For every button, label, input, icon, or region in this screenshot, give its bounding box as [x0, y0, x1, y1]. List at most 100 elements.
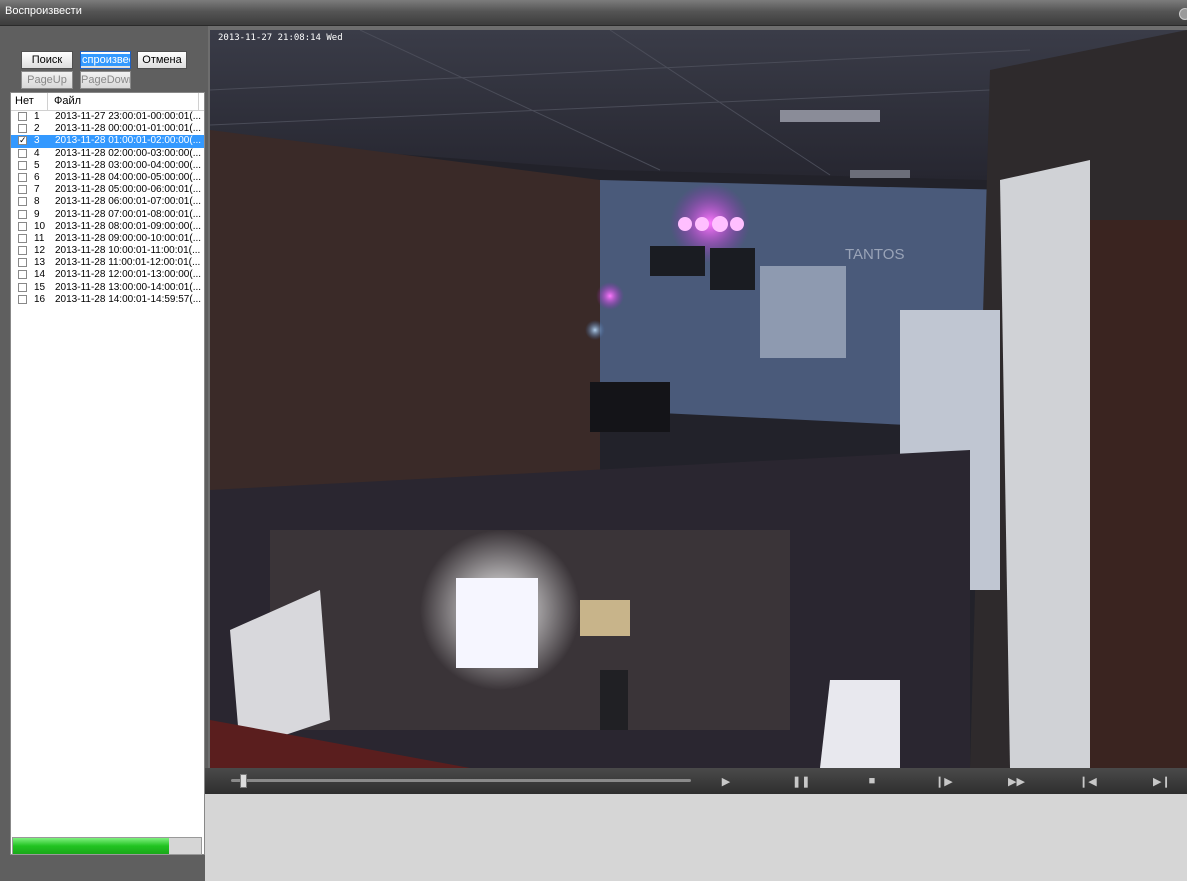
title-bar: Воспроизвести	[0, 0, 1187, 26]
video-view[interactable]: TANTOS 2013-11-27 21:08:14 Wed	[210, 30, 1187, 768]
list-item[interactable]: 1 2013-11-27 23:00:01-00:00:01(...	[11, 111, 204, 123]
row-file-name: 2013-11-28 04:00:00-05:00:00(...	[55, 171, 202, 183]
row-checkbox[interactable]	[18, 112, 27, 121]
row-number: 7	[34, 184, 40, 196]
desk-monitor	[590, 382, 670, 432]
row-file-name: 2013-11-28 00:00:01-01:00:01(...	[55, 123, 202, 135]
row-number: 1	[34, 111, 40, 122]
row-checkbox[interactable]	[18, 148, 27, 158]
row-file-name: 2013-11-28 06:00:01-07:00:01(...	[55, 196, 202, 208]
seek-bar[interactable]	[231, 779, 691, 782]
pillar	[1000, 160, 1090, 768]
playback-controls: ▶ ❚❚ ■ ❙▶ ▶▶ ❙◀ ▶❙	[205, 768, 1187, 794]
list-item[interactable]: ✓ 3 2013-11-28 01:00:01-02:00:00(...	[11, 135, 204, 148]
close-icon[interactable]	[1179, 8, 1187, 20]
row-file-name: 2013-11-28 12:00:01-13:00:00(...	[55, 269, 202, 281]
bottom-panel	[205, 794, 1187, 881]
row-file-name: 2013-11-28 05:00:00-06:00:01(...	[55, 184, 202, 196]
row-number: 15	[34, 281, 46, 293]
column-divider[interactable]	[198, 93, 199, 110]
play-button[interactable]: спроизвес	[80, 51, 131, 69]
row-number: 3	[34, 135, 40, 147]
row-file-name: 2013-11-27 23:00:01-00:00:01(...	[55, 111, 202, 122]
osd-timestamp: 2013-11-27 21:08:14 Wed	[218, 33, 343, 43]
whiteboard	[760, 266, 846, 358]
row-file-name: 2013-11-28 11:00:01-12:00:01(...	[55, 257, 201, 269]
row-checkbox[interactable]	[18, 258, 27, 268]
row-checkbox[interactable]	[18, 197, 27, 207]
door	[1090, 220, 1187, 768]
row-file-name: 2013-11-28 01:00:01-02:00:00(...	[55, 135, 202, 147]
row-number: 6	[34, 171, 40, 183]
row-checkbox[interactable]	[18, 172, 27, 182]
list-item[interactable]: 2 2013-11-28 00:00:01-01:00:01(...	[11, 123, 204, 135]
row-file-name: 2013-11-28 03:00:00-04:00:00(...	[55, 159, 202, 171]
file-list[interactable]: Нет Файл 1 2013-11-27 23:00:01-00:00:01(.…	[10, 92, 205, 855]
video-frame: TANTOS	[210, 30, 1187, 768]
window-title: Воспроизвести	[5, 5, 82, 17]
list-item[interactable]: 11 2013-11-28 09:00:00-10:00:01(...	[11, 233, 204, 245]
skip-end-icon[interactable]: ▶❙	[1153, 775, 1171, 788]
page-up-button[interactable]: PageUp	[21, 71, 73, 89]
list-item[interactable]: 10 2013-11-28 08:00:01-09:00:00(...	[11, 221, 204, 233]
list-item[interactable]: 16 2013-11-28 14:00:01-14:59:57(...	[11, 294, 204, 306]
row-number: 16	[34, 293, 46, 305]
row-checkbox[interactable]	[18, 233, 27, 243]
row-checkbox[interactable]	[18, 185, 27, 195]
step-forward-icon[interactable]: ❙▶	[935, 775, 953, 788]
pause-icon[interactable]: ❚❚	[792, 775, 810, 788]
wall-sign: TANTOS	[845, 246, 904, 263]
file-list-rows: 1 2013-11-27 23:00:01-00:00:01(... 2 2013-1…	[11, 111, 204, 306]
row-checkbox[interactable]	[18, 124, 27, 134]
pc-tower	[600, 670, 628, 730]
blue-light	[585, 320, 605, 340]
row-number: 14	[34, 269, 46, 281]
list-item[interactable]: 15 2013-11-28 13:00:00-14:00:01(...	[11, 282, 204, 294]
row-file-name: 2013-11-28 08:00:01-09:00:00(...	[55, 220, 202, 232]
row-checkbox[interactable]	[18, 246, 27, 256]
row-file-name: 2013-11-28 14:00:01-14:59:57(...	[55, 293, 202, 305]
column-header-file[interactable]: Файл	[54, 95, 81, 107]
list-item[interactable]: 8 2013-11-28 06:00:01-07:00:01(...	[11, 196, 204, 208]
list-item[interactable]: 4 2013-11-28 02:00:00-03:00:00(...	[11, 148, 204, 160]
row-number: 9	[34, 208, 40, 220]
list-item[interactable]: 5 2013-11-28 03:00:00-04:00:00(...	[11, 160, 204, 172]
skip-start-icon[interactable]: ❙◀	[1079, 775, 1097, 788]
list-item[interactable]: 13 2013-11-28 11:00:01-12:00:01(...	[11, 257, 204, 269]
row-checkbox[interactable]	[18, 209, 27, 219]
stop-icon[interactable]: ■	[864, 775, 880, 787]
row-number: 11	[34, 232, 45, 244]
row-checkbox[interactable]	[18, 160, 27, 170]
row-checkbox-checked[interactable]: ✓	[18, 136, 27, 146]
row-file-name: 2013-11-28 02:00:00-03:00:00(...	[55, 147, 202, 159]
seek-thumb[interactable]	[240, 774, 248, 788]
wall-monitor	[650, 246, 705, 276]
search-button[interactable]: Поиск	[21, 51, 73, 69]
column-header-number[interactable]: Нет	[15, 95, 34, 107]
purple-lamp	[730, 217, 744, 231]
column-divider[interactable]	[47, 93, 48, 110]
list-item[interactable]: 7 2013-11-28 05:00:00-06:00:01(...	[11, 184, 204, 196]
purple-lamp	[678, 217, 692, 231]
row-file-name: 2013-11-28 13:00:00-14:00:01(...	[55, 281, 202, 293]
fast-forward-icon[interactable]: ▶▶	[1008, 775, 1025, 788]
play-icon[interactable]: ▶	[718, 775, 734, 788]
row-checkbox[interactable]	[18, 270, 27, 280]
cancel-button[interactable]: Отмена	[137, 51, 187, 69]
row-checkbox[interactable]	[18, 221, 27, 231]
progress-bar	[12, 837, 202, 855]
row-number: 2	[34, 123, 40, 135]
list-item[interactable]: 14 2013-11-28 12:00:01-13:00:00(...	[11, 269, 204, 281]
purple-light	[596, 282, 624, 310]
ceiling-light	[850, 170, 910, 178]
bright-monitor	[456, 578, 538, 668]
list-item[interactable]: 12 2013-11-28 10:00:01-11:00:01(...	[11, 245, 204, 257]
row-number: 5	[34, 159, 40, 171]
row-number: 8	[34, 196, 40, 208]
page-down-button[interactable]: PageDown	[80, 71, 131, 89]
row-checkbox[interactable]	[18, 294, 27, 304]
list-item[interactable]: 9 2013-11-28 07:00:01-08:00:01(...	[11, 209, 204, 221]
boxes	[580, 600, 630, 636]
row-checkbox[interactable]	[18, 282, 27, 292]
list-item[interactable]: 6 2013-11-28 04:00:00-05:00:00(...	[11, 172, 204, 184]
